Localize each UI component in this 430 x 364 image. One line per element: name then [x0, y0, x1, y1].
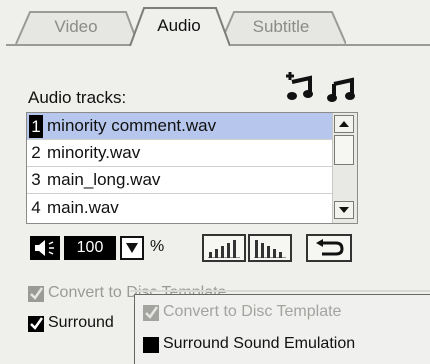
triangle-down-icon — [126, 243, 138, 253]
speaker-icon — [35, 240, 54, 256]
equalizer-descending-icon — [254, 240, 286, 258]
track-row-4[interactable]: 4 main.wav — [27, 194, 335, 221]
surround-label: Surround — [48, 314, 114, 331]
tab-audio-label: Audio — [157, 16, 201, 35]
track-row-2[interactable]: 2 minority.wav — [27, 140, 335, 167]
music-note-icon[interactable] — [326, 74, 358, 104]
tab-subtitle[interactable]: Subtitle — [216, 10, 346, 44]
equalizer-descending-button[interactable] — [248, 234, 292, 262]
track-number: 3 — [31, 170, 41, 189]
volume-dropdown-button[interactable] — [120, 236, 144, 260]
checkmark-icon — [30, 287, 44, 300]
track-list-scrollbar[interactable] — [332, 113, 357, 223]
track-name: minority.wav — [47, 143, 141, 162]
undo-button[interactable] — [306, 234, 352, 262]
track-row-3[interactable]: 3 main_long.wav — [27, 167, 335, 194]
equalizer-ascending-icon — [208, 240, 240, 258]
audio-tracks-label: Audio tracks: — [28, 88, 127, 107]
volume-value[interactable]: 100 — [64, 236, 116, 260]
checkmark-icon — [30, 317, 44, 330]
music-add-icon[interactable] — [284, 72, 318, 104]
track-name: main.wav — [47, 197, 119, 217]
triangle-down-icon — [339, 207, 349, 213]
popup-surround-label[interactable]: Surround Sound Emulation — [163, 335, 355, 353]
scroll-down-button[interactable] — [334, 201, 354, 219]
popup-convert-label: Convert to Disc Template — [163, 303, 342, 320]
track-name: main_long.wav — [47, 170, 161, 189]
tab-bar: Video Subtitle Audio — [0, 0, 430, 48]
tab-video[interactable]: Video — [14, 10, 138, 44]
track-number: 2 — [31, 143, 41, 162]
popup-surround-checkbox[interactable] — [143, 337, 159, 353]
track-name: minority comment.wav — [47, 116, 217, 135]
tab-subtitle-label: Subtitle — [252, 17, 310, 36]
audio-panel: Video Subtitle Audio Audio tracks: 1 min… — [0, 0, 430, 364]
options-popup: Convert to Disc Template Surround Sound … — [134, 294, 430, 364]
popup-convert-checkbox[interactable] — [143, 305, 159, 321]
triangle-up-icon — [339, 121, 349, 127]
popup-shadow — [130, 290, 430, 292]
scroll-up-button[interactable] — [334, 115, 354, 133]
equalizer-ascending-button[interactable] — [202, 234, 246, 262]
tab-audio[interactable]: Audio — [128, 6, 230, 46]
track-number: 4 — [31, 197, 41, 217]
convert-checkbox[interactable] — [28, 286, 44, 302]
track-number: 1 — [29, 114, 43, 138]
tab-video-label: Video — [54, 17, 98, 36]
undo-arrow-icon — [316, 239, 344, 256]
checkmark-icon — [145, 306, 159, 319]
audio-track-list[interactable]: 1 minority comment.wav 2 minority.wav 3 … — [26, 112, 358, 224]
mute-button[interactable] — [30, 236, 60, 260]
scroll-thumb[interactable] — [334, 135, 354, 165]
surround-checkbox[interactable] — [28, 316, 44, 332]
track-row-1[interactable]: 1 minority comment.wav — [27, 113, 335, 140]
volume-unit: % — [150, 238, 165, 255]
